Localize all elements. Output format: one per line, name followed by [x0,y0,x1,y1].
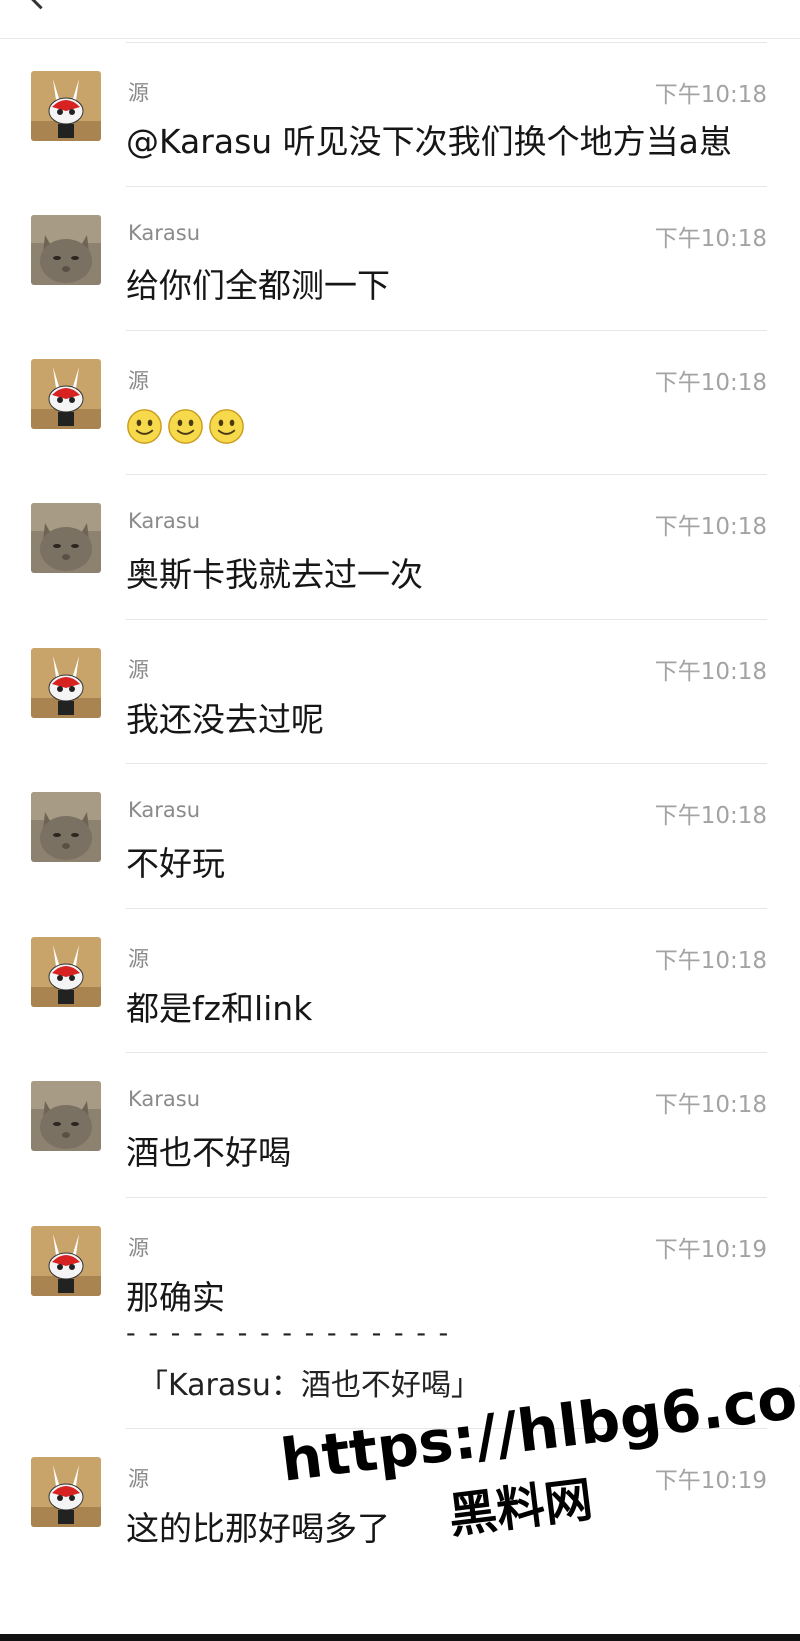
sender-name: Karasu [128,798,201,822]
message-divider [126,1052,767,1053]
sender-name: 源 [128,947,149,971]
sender-name: 源 [128,369,149,393]
message-time: 下午10:18 [654,1092,767,1118]
top-bar [0,0,800,40]
message-divider [126,186,767,187]
message-time: 下午10:18 [654,803,767,829]
message-text[interactable]: 给你们全都测一下 [126,259,390,307]
sender-name: Karasu [128,509,201,533]
sender-name: 源 [128,1467,149,1491]
avatar[interactable] [31,215,101,285]
quoted-message[interactable]: 「Karasu：酒也不好喝」 [138,1360,481,1404]
smile-emoji-icon [127,409,162,444]
smile-emoji-icon [168,409,203,444]
smile-emoji-icon [209,409,244,444]
message-time: 下午10:18 [654,226,767,252]
message-text[interactable]: 都是fz和link [126,982,312,1030]
robot-avatar-icon [31,1226,101,1296]
top-divider [0,38,800,39]
avatar[interactable] [31,1081,101,1151]
message-divider [126,908,767,909]
message-divider [126,330,767,331]
avatar[interactable] [31,1226,101,1296]
message-divider [126,474,767,475]
sender-name: Karasu [128,221,201,245]
robot-avatar-icon [31,359,101,429]
avatar[interactable] [31,792,101,862]
sender-name: 源 [128,1236,149,1260]
robot-avatar-icon [31,937,101,1007]
message-time: 下午10:18 [654,82,767,108]
message-time: 下午10:18 [654,370,767,396]
message-text[interactable]: 酒也不好喝 [126,1126,291,1174]
message-text[interactable]: 奥斯卡我就去过一次 [126,548,423,596]
emoji-row[interactable] [126,408,249,453]
message-divider [126,763,767,764]
avatar[interactable] [31,937,101,1007]
message-text[interactable]: @Karasu 听见没下次我们换个地方当a崽 [126,115,732,163]
message-time: 下午10:18 [654,659,767,685]
cat-avatar-icon [31,503,101,573]
message-divider [126,42,767,43]
message-time: 下午10:18 [654,514,767,540]
reply-separator: - - - - - - - - - - - - - - - [126,1318,451,1349]
back-arrow-icon[interactable] [25,0,56,10]
avatar[interactable] [31,359,101,429]
message-text[interactable]: 不好玩 [126,837,225,885]
avatar[interactable] [31,71,101,141]
message-text[interactable]: 我还没去过呢 [126,693,324,741]
robot-avatar-icon [31,1457,101,1527]
cat-avatar-icon [31,792,101,862]
bottom-edge [0,1634,800,1641]
message-divider [126,1197,767,1198]
message-text[interactable]: 那确实 [126,1271,225,1319]
message-time: 下午10:19 [654,1237,767,1263]
robot-avatar-icon [31,71,101,141]
watermark-site-name: 黑料网 [445,1471,596,1545]
robot-avatar-icon [31,648,101,718]
avatar[interactable] [31,648,101,718]
avatar[interactable] [31,1457,101,1527]
sender-name: Karasu [128,1087,201,1111]
sender-name: 源 [128,81,149,105]
message-divider [126,619,767,620]
message-time: 下午10:18 [654,948,767,974]
avatar[interactable] [31,503,101,573]
cat-avatar-icon [31,1081,101,1151]
cat-avatar-icon [31,215,101,285]
sender-name: 源 [128,658,149,682]
